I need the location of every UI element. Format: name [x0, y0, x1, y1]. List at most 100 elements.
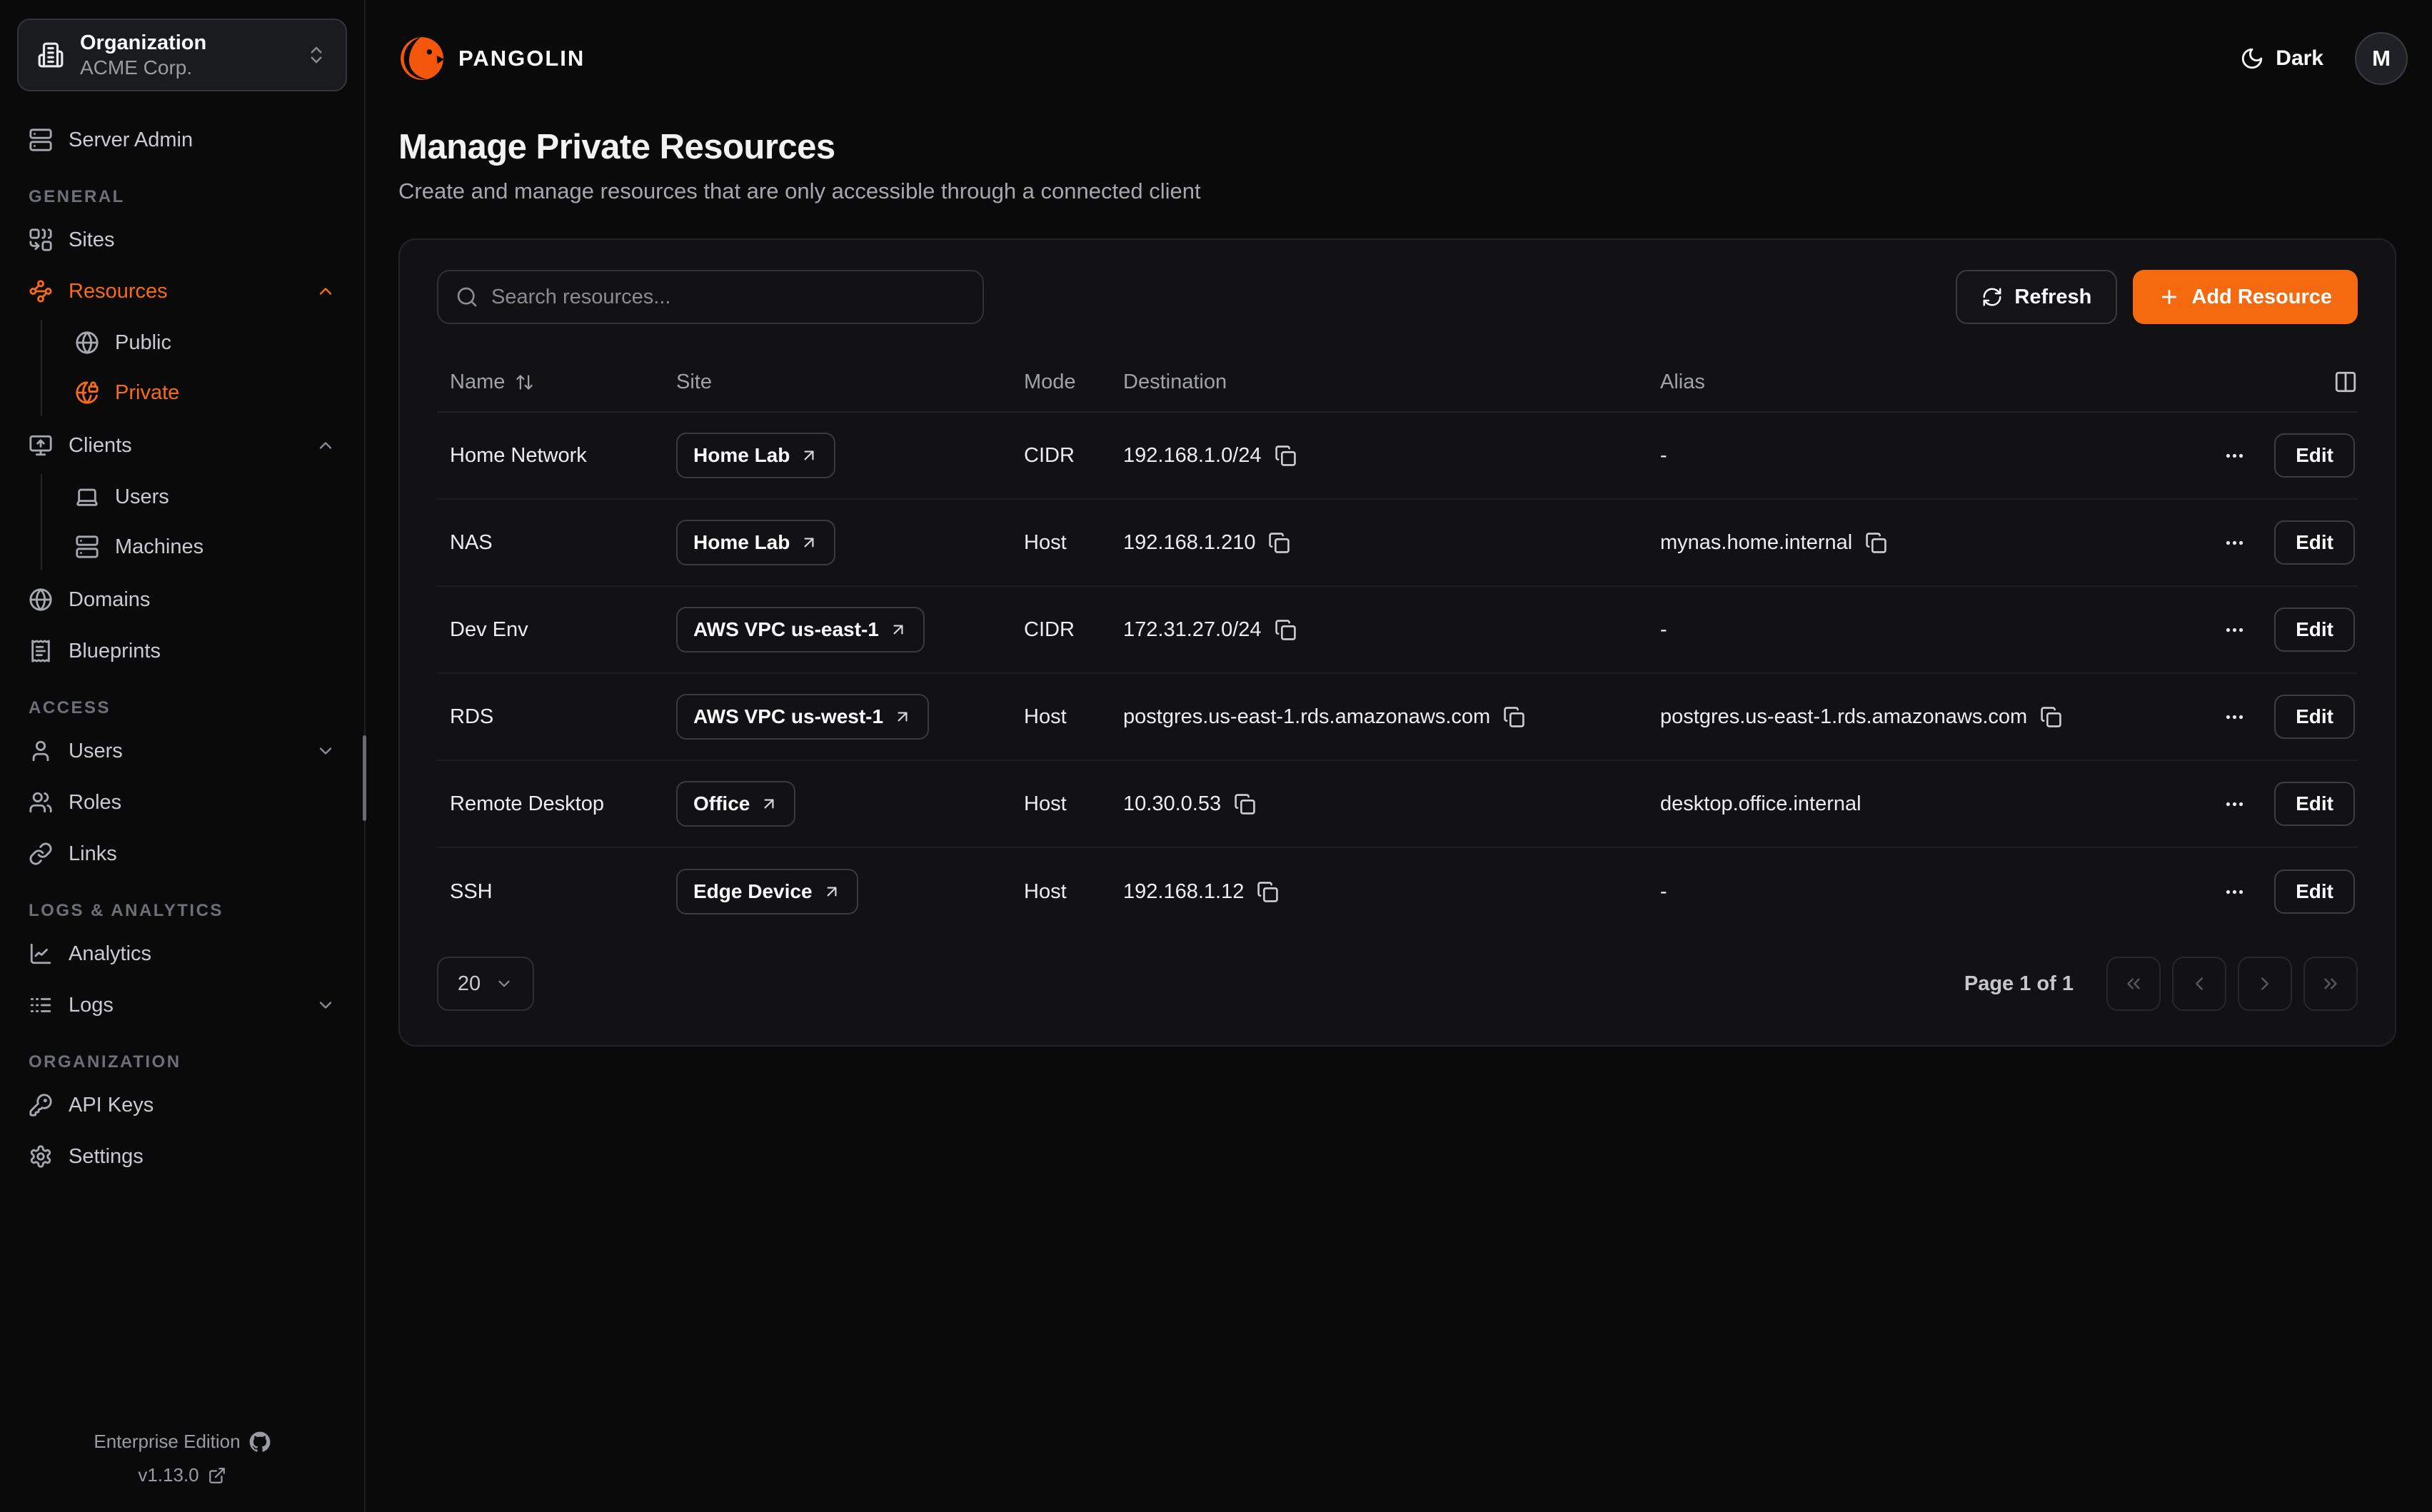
- org-switcher-value: ACME Corp.: [80, 56, 290, 80]
- sidebar-item-blueprints[interactable]: Blueprints: [17, 628, 347, 674]
- edit-button[interactable]: Edit: [2274, 433, 2355, 478]
- table-row: NAS Home Lab Host 192.168.1.210 mynas.ho…: [437, 500, 2358, 587]
- cell-alias: postgres.us-east-1.rds.amazonaws.com: [1660, 705, 2179, 729]
- cell-mode: Host: [1024, 531, 1123, 555]
- sidebar-item-label: Logs: [69, 994, 300, 1017]
- arrow-up-down-icon: [515, 373, 534, 392]
- arrow-up-right-icon: [823, 882, 841, 901]
- copy-icon[interactable]: [1865, 532, 1887, 554]
- cell-name: Home Network: [437, 444, 676, 468]
- add-resource-button[interactable]: Add Resource: [2133, 270, 2358, 324]
- key-icon: [29, 1093, 53, 1117]
- cell-alias: -: [1660, 444, 2179, 468]
- site-link-button[interactable]: AWS VPC us-east-1: [676, 607, 925, 652]
- cell-destination: 10.30.0.53: [1123, 792, 1660, 816]
- edit-button[interactable]: Edit: [2274, 608, 2355, 652]
- refresh-label: Refresh: [2014, 286, 2091, 309]
- search-box[interactable]: [437, 270, 984, 324]
- copy-icon[interactable]: [1234, 793, 1256, 815]
- row-more-button[interactable]: [2219, 615, 2250, 645]
- cell-mode: Host: [1024, 880, 1123, 904]
- table-row: Home Network Home Lab CIDR 192.168.1.0/2…: [437, 413, 2358, 500]
- arrow-up-right-icon: [800, 446, 818, 465]
- chevron-up-icon: [316, 435, 336, 455]
- server-icon: [75, 535, 99, 559]
- combine-icon: [29, 228, 53, 252]
- sidebar-item-domains[interactable]: Domains: [17, 577, 347, 623]
- sidebar-item-public[interactable]: Public: [64, 320, 347, 366]
- cell-mode: Host: [1024, 705, 1123, 729]
- sidebar-item-label: Analytics: [69, 942, 336, 966]
- row-more-button[interactable]: [2219, 877, 2250, 907]
- site-link-button[interactable]: Edge Device: [676, 869, 858, 914]
- sidebar-item-label: Roles: [69, 791, 336, 815]
- logs-icon: [29, 993, 53, 1017]
- server-icon: [29, 128, 53, 152]
- cell-mode: Host: [1024, 792, 1123, 816]
- sidebar-item-client-users[interactable]: Users: [64, 474, 347, 520]
- page-size-select[interactable]: 20: [437, 957, 534, 1011]
- receipt-icon: [29, 639, 53, 663]
- sidebar-item-settings[interactable]: Settings: [17, 1134, 347, 1179]
- first-page-button[interactable]: [2106, 957, 2161, 1011]
- edit-button[interactable]: Edit: [2274, 782, 2355, 826]
- sidebar-item-api-keys[interactable]: API Keys: [17, 1082, 347, 1128]
- sidebar-item-private[interactable]: Private: [64, 370, 347, 415]
- sidebar-item-links[interactable]: Links: [17, 831, 347, 877]
- refresh-button[interactable]: Refresh: [1956, 270, 2117, 324]
- sidebar-item-label: Users: [115, 485, 336, 509]
- refresh-icon: [1981, 286, 2003, 308]
- sidebar-section-general: GENERAL: [29, 187, 347, 207]
- last-page-button[interactable]: [2303, 957, 2358, 1011]
- brand[interactable]: PANGOLIN: [398, 35, 585, 82]
- row-more-button[interactable]: [2219, 702, 2250, 732]
- copy-icon[interactable]: [1503, 706, 1525, 728]
- resources-subnav: Public Private: [41, 320, 347, 415]
- cell-alias: -: [1660, 880, 2179, 904]
- chevron-up-icon: [316, 281, 336, 301]
- sidebar-item-clients[interactable]: Clients: [17, 423, 347, 468]
- sidebar-item-analytics[interactable]: Analytics: [17, 931, 347, 977]
- edit-button[interactable]: Edit: [2274, 870, 2355, 914]
- edit-button[interactable]: Edit: [2274, 520, 2355, 565]
- theme-toggle[interactable]: Dark: [2240, 46, 2323, 71]
- row-more-button[interactable]: [2219, 528, 2250, 558]
- column-header-name[interactable]: Name: [437, 371, 676, 394]
- globe-icon: [75, 331, 99, 355]
- copy-icon[interactable]: [1275, 445, 1297, 467]
- cell-mode: CIDR: [1024, 618, 1123, 642]
- row-more-button[interactable]: [2219, 789, 2250, 820]
- sidebar-item-roles[interactable]: Roles: [17, 780, 347, 825]
- sidebar-item-server-admin[interactable]: Server Admin: [17, 117, 347, 163]
- avatar[interactable]: M: [2355, 32, 2408, 85]
- building-icon: [37, 41, 64, 69]
- sidebar-item-logs[interactable]: Logs: [17, 982, 347, 1028]
- prev-page-button[interactable]: [2172, 957, 2226, 1011]
- column-visibility-button[interactable]: [2179, 370, 2358, 394]
- cell-alias: mynas.home.internal: [1660, 531, 2179, 555]
- next-page-button[interactable]: [2238, 957, 2292, 1011]
- copy-icon[interactable]: [1268, 532, 1290, 554]
- row-more-button[interactable]: [2219, 440, 2250, 471]
- cell-name: Remote Desktop: [437, 792, 676, 816]
- sidebar-scrollbar[interactable]: [363, 735, 366, 821]
- org-switcher[interactable]: Organization ACME Corp.: [17, 19, 347, 91]
- link-icon: [29, 842, 53, 866]
- site-link-button[interactable]: AWS VPC us-west-1: [676, 694, 929, 740]
- plus-icon: [2159, 286, 2180, 308]
- site-link-button[interactable]: Home Lab: [676, 520, 835, 565]
- copy-icon[interactable]: [1275, 619, 1297, 641]
- site-link-button[interactable]: Office: [676, 781, 795, 827]
- copy-icon[interactable]: [1257, 881, 1279, 903]
- page-subtitle: Create and manage resources that are onl…: [398, 178, 2408, 204]
- edit-button[interactable]: Edit: [2274, 695, 2355, 739]
- site-link-button[interactable]: Home Lab: [676, 433, 835, 478]
- sidebar-item-users[interactable]: Users: [17, 728, 347, 774]
- sidebar-item-sites[interactable]: Sites: [17, 217, 347, 263]
- version-link[interactable]: v1.13.0: [138, 1464, 226, 1486]
- sidebar-item-resources[interactable]: Resources: [17, 268, 347, 314]
- search-input[interactable]: [491, 286, 965, 309]
- edition-link[interactable]: Enterprise Edition: [94, 1431, 270, 1453]
- copy-icon[interactable]: [2040, 706, 2062, 728]
- sidebar-item-machines[interactable]: Machines: [64, 524, 347, 570]
